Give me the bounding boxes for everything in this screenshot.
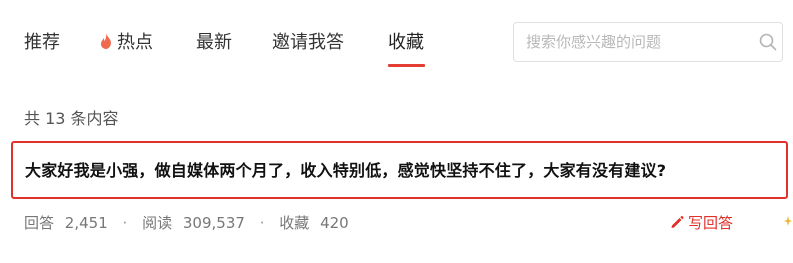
search-box bbox=[513, 22, 783, 62]
views-count: 309,537 bbox=[182, 214, 245, 232]
favorites-label: 收藏 bbox=[279, 214, 310, 232]
tab-latest[interactable]: 最新 bbox=[196, 30, 232, 56]
separator-dot: · bbox=[259, 214, 265, 232]
active-tab-indicator bbox=[388, 64, 425, 67]
tab-label: 热点 bbox=[117, 32, 153, 53]
top-nav: 推荐 热点 最新 邀请我答 收藏 bbox=[0, 0, 793, 70]
search-input[interactable] bbox=[526, 31, 746, 53]
fire-icon bbox=[100, 33, 111, 49]
tab-invited[interactable]: 邀请我答 bbox=[272, 30, 344, 56]
tab-label: 收藏 bbox=[388, 32, 424, 53]
tab-label: 邀请我答 bbox=[272, 32, 344, 53]
collection-count: 共 13 条内容 bbox=[24, 109, 119, 128]
write-answer-button[interactable]: 写回答 bbox=[670, 212, 733, 234]
favorites-count: 420 bbox=[320, 214, 349, 232]
question-stats: 回答 2,451 · 阅读 309,537 · 收藏 420 bbox=[24, 212, 349, 234]
views-label: 阅读 bbox=[142, 214, 173, 232]
question-card: 大家好我是小强，做自媒体两个月了，收入特别低，感觉快坚持不住了，大家有没有建议? bbox=[11, 141, 788, 199]
page: 推荐 热点 最新 邀请我答 收藏 共 13 条内容 大家好我是小强，做自媒体两个… bbox=[0, 0, 793, 263]
write-answer-label: 写回答 bbox=[688, 214, 734, 232]
tab-recommend[interactable]: 推荐 bbox=[24, 30, 60, 56]
pen-icon bbox=[671, 216, 684, 228]
tab-label: 最新 bbox=[196, 32, 232, 53]
tab-favorites[interactable]: 收藏 bbox=[388, 30, 424, 56]
question-title[interactable]: 大家好我是小强，做自媒体两个月了，收入特别低，感觉快坚持不住了，大家有没有建议? bbox=[25, 160, 666, 182]
answers-label: 回答 bbox=[24, 214, 55, 232]
separator-dot: · bbox=[122, 214, 128, 232]
tab-hot[interactable]: 热点 bbox=[100, 30, 153, 56]
tab-label: 推荐 bbox=[24, 32, 60, 53]
search-icon[interactable] bbox=[759, 33, 777, 51]
sparkle-icon bbox=[784, 216, 792, 226]
answers-count: 2,451 bbox=[64, 214, 108, 232]
